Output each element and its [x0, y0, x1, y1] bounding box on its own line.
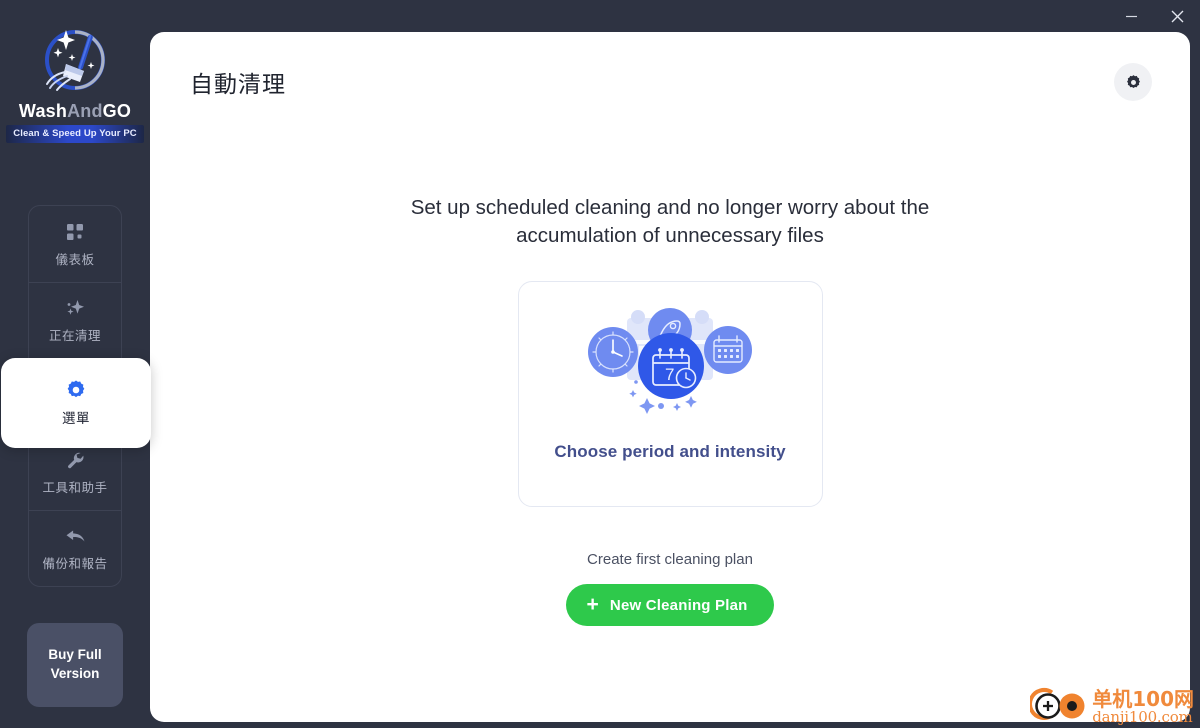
new-cleaning-plan-label: New Cleaning Plan — [609, 596, 748, 614]
grid-dashboard-icon — [66, 221, 84, 243]
settings-button[interactable] — [1114, 63, 1152, 101]
brand-name-part3: GO — [102, 101, 132, 121]
panel-header: 自動清理 — [150, 32, 1190, 132]
sidebar-item-dashboard[interactable]: 儀表板 — [29, 206, 121, 282]
minimize-icon — [1125, 15, 1137, 17]
choose-period-card[interactable]: 7 Choose period and intensity — [517, 281, 823, 508]
minimize-button[interactable] — [1108, 0, 1154, 32]
sidebar-item-label: 選單 — [62, 411, 90, 426]
main-panel: 自動清理 Set up scheduled cleaning and no lo… — [150, 32, 1190, 722]
sidebar-item-label: 備份和報告 — [42, 557, 108, 571]
brand-logo: WashAndGO Clean & Speed Up Your PC — [6, 24, 144, 143]
app-window: WashAndGO Clean & Speed Up Your PC 儀表板 正… — [0, 0, 1200, 728]
gear-icon — [1126, 74, 1140, 88]
buy-full-version-button[interactable]: Buy Full Version — [27, 623, 123, 707]
sidebar-item-menu[interactable]: 選單 — [1, 358, 151, 448]
sparkle-icon — [65, 297, 85, 319]
window-controls — [1108, 0, 1200, 32]
washandgo-logo-icon — [45, 30, 105, 91]
sidebar-nav: 儀表板 正在清理 選單 工具和助手 備份和報告 — [1, 205, 151, 587]
plus-icon: + — [586, 592, 599, 616]
brand-tagline: Clean & Speed Up Your PC — [6, 125, 144, 143]
schedule-calendar-clock-illustration: 7 — [588, 308, 752, 415]
headline-text: Set up scheduled cleaning and no longer … — [410, 196, 930, 247]
buy-button-line2: Version — [50, 666, 100, 681]
reply-arrow-icon — [65, 525, 86, 547]
brand-name-part2: And — [67, 101, 103, 121]
close-icon — [1171, 10, 1183, 22]
gear-icon — [65, 379, 87, 401]
sidebar-item-label: 工具和助手 — [42, 481, 108, 495]
calendar-day-number: 7 — [665, 365, 674, 384]
sidebar-item-cleaning[interactable]: 正在清理 — [29, 282, 121, 358]
buy-button-line1: Buy Full — [48, 647, 102, 663]
sidebar-item-label: 儀表板 — [55, 252, 95, 267]
panel-body: Set up scheduled cleaning and no longer … — [150, 132, 1190, 627]
brand-name: WashAndGO — [19, 102, 131, 120]
create-plan-subtext: Create first cleaning plan — [587, 551, 753, 569]
new-cleaning-plan-button[interactable]: + New Cleaning Plan — [566, 584, 774, 627]
sidebar-item-label: 正在清理 — [48, 329, 101, 343]
sidebar-item-backup-reports[interactable]: 備份和報告 — [29, 510, 121, 586]
close-button[interactable] — [1154, 0, 1200, 32]
brand-name-part1: Wash — [18, 101, 68, 121]
sidebar: WashAndGO Clean & Speed Up Your PC 儀表板 正… — [0, 0, 151, 728]
page-title: 自動清理 — [190, 71, 286, 97]
wrench-icon — [66, 449, 85, 471]
card-label: Choose period and intensity — [554, 442, 786, 462]
